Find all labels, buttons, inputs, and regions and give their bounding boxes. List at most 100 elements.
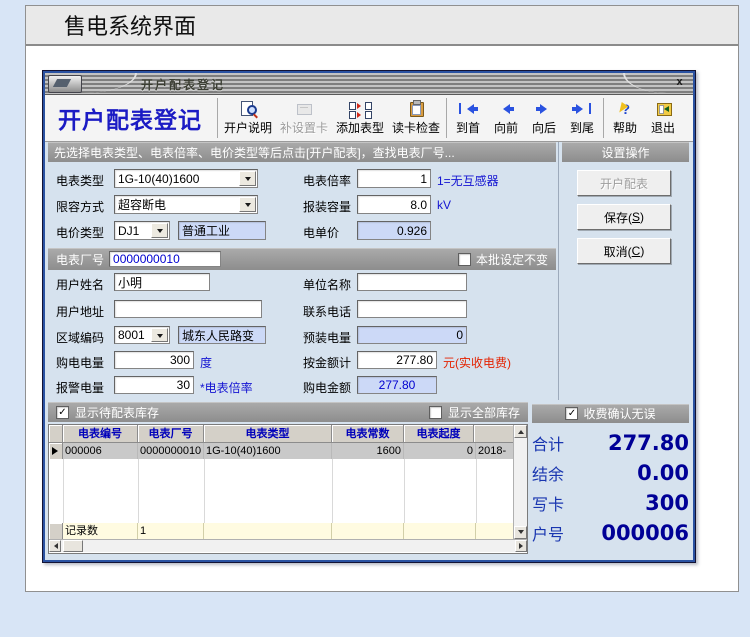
chevron-down-icon[interactable] — [151, 328, 168, 342]
meter-ratio-input[interactable]: 1 — [357, 169, 431, 188]
dialog-titlebar[interactable]: 开户配表登记 x — [45, 73, 693, 95]
keep-batch-checkbox[interactable] — [458, 253, 471, 266]
scroll-left-icon[interactable] — [49, 540, 61, 552]
table-header-row: 电表编号 电表厂号 电表类型 电表常数 电表起度 — [49, 425, 513, 443]
table-hscrollbar[interactable] — [49, 539, 527, 552]
price-type-label: 电价类型 — [56, 224, 104, 241]
toolbar-button-card-check[interactable]: 读卡检查 — [388, 95, 444, 141]
meter-type-label: 电表类型 — [56, 172, 104, 189]
toolbar-button-exit[interactable]: 退出 — [644, 95, 682, 141]
prev-record-icon — [498, 101, 514, 117]
install-capacity-label: 报装容量 — [303, 198, 351, 215]
factory-no-bar: 电表厂号 0000000010 本批设定不变 — [48, 248, 556, 270]
dialog-window: 开户配表登记 x 开户配表登记 开户说明 补设置卡 — [42, 70, 696, 563]
meter-type-select[interactable]: 1G-10(40)1600 — [114, 169, 258, 188]
toolbar-button-prev[interactable]: 向前 — [487, 95, 525, 141]
info-bar: 先选择电表类型、电表倍率、电价类型等后点击[开户配表]，查找电表厂号... — [48, 142, 556, 162]
pages-arrow-icon — [352, 101, 369, 117]
show-all-label: 显示全部库存 — [448, 404, 520, 421]
user-name-input[interactable]: 小明 — [114, 273, 210, 291]
toolbar-button-help[interactable]: ? 帮助 — [606, 95, 644, 141]
toolbar-app-title: 开户配表登记 — [45, 95, 215, 141]
toolbar-button-setup-card: 补设置卡 — [276, 95, 332, 141]
meter-ratio-hint: 1=无互感器 — [437, 172, 499, 189]
unit-price-field: 0.926 — [357, 221, 431, 240]
user-name-label: 用户姓名 — [56, 276, 104, 293]
fee-balance-row: 结余 0.00 — [532, 460, 689, 486]
document-magnifier-icon — [240, 101, 257, 117]
record-count-value: 1 — [138, 523, 204, 539]
chevron-down-icon[interactable] — [239, 197, 256, 212]
table-empty-area — [49, 459, 513, 523]
card-icon — [296, 101, 313, 117]
marker-header-cell — [49, 425, 63, 443]
last-record-icon — [572, 101, 592, 117]
panel-divider — [558, 142, 559, 400]
keep-batch-label: 本批设定不变 — [476, 251, 548, 268]
show-pending-checkbox[interactable]: ✓ — [56, 406, 69, 419]
toolbar-button-last[interactable]: 到尾 — [563, 95, 601, 141]
page-header: 售电系统界面 — [26, 6, 738, 46]
address-input[interactable] — [114, 300, 262, 318]
cancel-button[interactable]: 取消(C) — [577, 238, 671, 264]
area-code-select[interactable]: 8001 — [114, 326, 170, 344]
by-amount-input[interactable]: 277.80 — [357, 351, 437, 369]
screen: 售电系统界面 开户配表登记 x 开户配表登记 开户说明 — [0, 0, 750, 637]
scroll-up-icon[interactable] — [514, 425, 527, 438]
toolbar-separator — [217, 98, 218, 138]
by-amount-label: 按金额计 — [303, 354, 351, 371]
chevron-down-icon[interactable] — [151, 223, 168, 238]
org-name-input[interactable] — [357, 273, 467, 291]
window-logo-icon — [48, 75, 82, 93]
scroll-right-icon[interactable] — [515, 540, 527, 552]
purchase-qty-unit: 度 — [200, 354, 212, 371]
purchase-amount-field: 277.80 — [357, 376, 437, 394]
by-amount-hint: 元(实收电费) — [443, 354, 511, 371]
install-capacity-input[interactable]: 8.0 — [357, 195, 431, 214]
clipboard-icon — [408, 101, 425, 117]
save-button[interactable]: 保存(S) — [577, 204, 671, 230]
toolbar-button-add-meter-type[interactable]: 添加表型 — [332, 95, 388, 141]
stock-bar: ✓ 显示待配表库存 显示全部库存 — [48, 402, 528, 422]
show-pending-label: 显示待配表库存 — [75, 404, 159, 421]
fee-confirm-checkbox[interactable]: ✓ — [565, 407, 578, 420]
window-title: 开户配表登记 — [141, 76, 225, 93]
area-code-label: 区域编码 — [56, 329, 104, 346]
factory-no-input[interactable]: 0000000010 — [109, 251, 221, 267]
hscroll-thumb[interactable] — [63, 540, 83, 552]
preload-qty-label: 预装电量 — [303, 329, 351, 346]
chevron-down-icon[interactable] — [239, 171, 256, 186]
fee-account-row: 户号 000006 — [532, 520, 689, 546]
fee-confirm-bar: ✓ 收费确认无误 — [532, 404, 689, 423]
price-type-name-field: 普通工业 — [178, 221, 266, 240]
address-label: 用户地址 — [56, 303, 104, 320]
fee-total-row: 合计 277.80 — [532, 430, 689, 456]
unit-price-label: 电单价 — [303, 224, 339, 241]
table-vscrollbar[interactable] — [513, 425, 527, 539]
titlebar-swoosh-right — [623, 73, 667, 93]
record-count-label: 记录数 — [63, 523, 138, 539]
scroll-down-icon[interactable] — [514, 526, 527, 539]
price-type-select[interactable]: DJ1 — [114, 221, 170, 240]
area-name-field: 城东人民路变 — [178, 326, 266, 344]
page-title: 售电系统界面 — [64, 9, 196, 41]
limit-mode-select[interactable]: 超容断电 — [114, 195, 258, 214]
alarm-qty-input[interactable]: 30 — [114, 376, 194, 394]
table-footer-row: 记录数 1 — [49, 523, 513, 539]
close-button[interactable]: x — [672, 75, 687, 90]
toolbar-separator — [603, 98, 604, 138]
phone-input[interactable] — [357, 300, 467, 318]
help-icon: ? — [617, 101, 634, 117]
toolbar-button-first[interactable]: 到首 — [449, 95, 487, 141]
toolbar-separator — [446, 98, 447, 138]
meter-ratio-label: 电表倍率 — [303, 172, 351, 189]
toolbar-button-next[interactable]: 向后 — [525, 95, 563, 141]
toolbar-button-open-help[interactable]: 开户说明 — [220, 95, 276, 141]
table-row[interactable]: 000006 0000000010 1G-10(40)1600 1600 0 2… — [49, 443, 513, 459]
purchase-qty-input[interactable]: 300 — [114, 351, 194, 369]
show-all-checkbox[interactable] — [429, 406, 442, 419]
alarm-qty-hint: *电表倍率 — [200, 379, 253, 396]
purchase-qty-label: 购电电量 — [56, 354, 104, 371]
titlebar-swoosh-left — [83, 73, 137, 93]
preload-qty-field: 0 — [357, 326, 467, 344]
